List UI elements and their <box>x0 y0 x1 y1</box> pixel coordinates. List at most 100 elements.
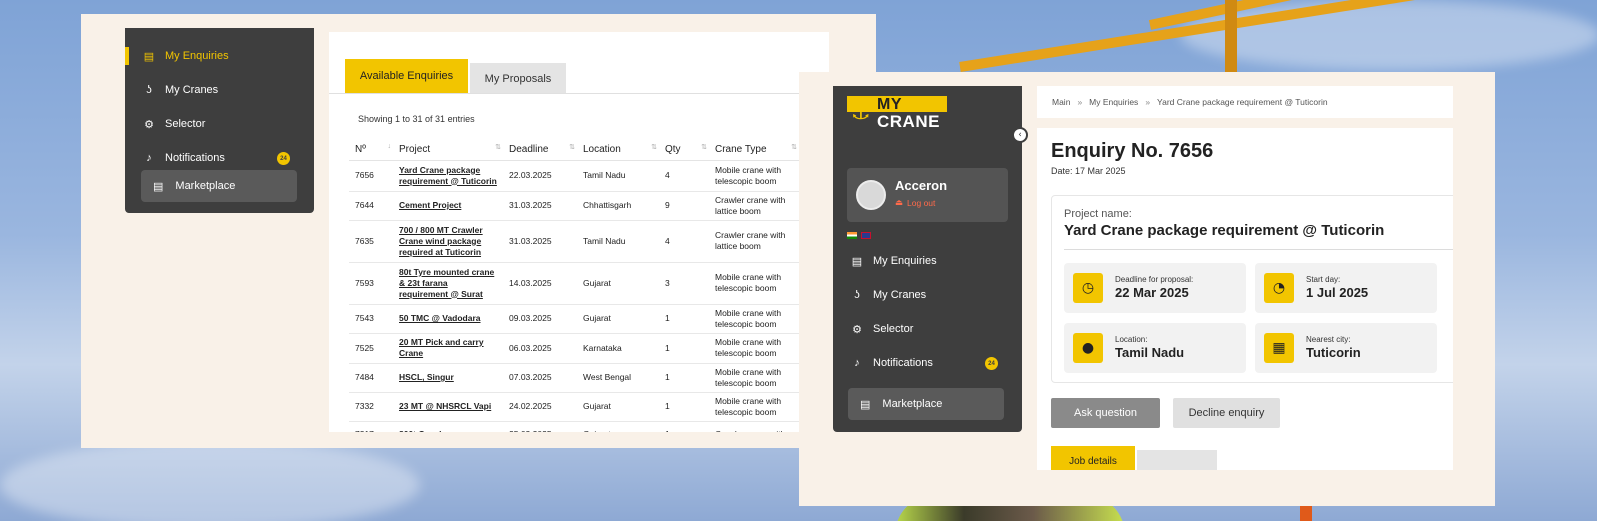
card-label: Deadline for proposal: <box>1115 275 1194 284</box>
hook-icon: ʖ <box>854 289 860 301</box>
table-row[interactable]: 7484 HSCL, Singur 07.03.2025 West Bengal… <box>349 363 799 393</box>
gear-icon: ⚙ <box>144 118 154 131</box>
cell-no: 7484 <box>349 363 393 393</box>
cell-crane-type: Mobile crane with telescopic boom <box>709 262 799 305</box>
document-icon: ▤ <box>143 50 155 63</box>
cell-deadline: 31.03.2025 <box>503 191 577 221</box>
project-link[interactable]: HSCL, Singur <box>393 363 503 393</box>
cell-location: Tamil Nadu <box>577 220 659 263</box>
collapse-sidebar-icon[interactable]: ‹ <box>1012 127 1028 143</box>
breadcrumb-main[interactable]: Main <box>1052 97 1070 107</box>
logo-text-crane: CRANE <box>877 112 940 131</box>
sidebar: ▤ My Enquiries ʖ My Cranes ⚙ Selector ♪ … <box>125 28 314 213</box>
nearest-city-card: ▦ Nearest city: Tuticorin <box>1255 323 1437 373</box>
mycrane-logo[interactable]: MY CRANE ⚓ <box>847 96 947 132</box>
sort-icon: ⇅ <box>791 144 797 151</box>
decline-enquiry-button[interactable]: Decline enquiry <box>1173 398 1280 428</box>
cell-location: Chhattisgarh <box>577 191 659 221</box>
column-header-project[interactable]: Project ⇅ <box>393 140 503 161</box>
marketplace-icon: ▤ <box>860 398 871 411</box>
enquiries-content: Available Enquiries My Proposals Showing… <box>329 32 829 432</box>
project-link[interactable]: 700 / 800 MT Crawler Crane wind package … <box>393 220 503 263</box>
card-value: 22 Mar 2025 <box>1115 285 1189 300</box>
project-link[interactable]: Cement Project <box>393 191 503 221</box>
project-link[interactable]: 20 MT Pick and carry Crane <box>393 333 503 364</box>
avatar[interactable] <box>856 180 886 210</box>
table-row[interactable]: 7317 800t Crawler crane 25.02.2025 Gujar… <box>349 421 799 432</box>
cell-location: Tamil Nadu <box>577 160 659 192</box>
sidebar-item-my-enquiries[interactable]: ▤ My Enquiries <box>125 43 314 69</box>
column-header-qty[interactable]: Qty ⇅ <box>659 140 709 161</box>
project-name-label: Project name: <box>1064 208 1132 220</box>
table-row[interactable]: 7332 23 MT @ NHSRCL Vapi 24.02.2025 Guja… <box>349 392 799 422</box>
sidebar-item-selector[interactable]: ⚙ Selector <box>833 316 1022 342</box>
cell-qty: 9 <box>659 191 709 221</box>
column-header-deadline[interactable]: Deadline ⇅ <box>503 140 577 161</box>
column-header-crane-type[interactable]: Crane Type ⇅ <box>709 140 799 161</box>
table-row[interactable]: 7593 80t Tyre mounted crane & 23t farana… <box>349 262 799 305</box>
project-name-value: Yard Crane package requirement @ Tuticor… <box>1064 222 1385 239</box>
location-card: ● Location: Tamil Nadu <box>1064 323 1246 373</box>
tab-secondary[interactable] <box>1137 450 1217 470</box>
tab-available-enquiries[interactable]: Available Enquiries <box>345 59 468 93</box>
cell-crane-type: Crawler crane with lattice boom <box>709 191 799 221</box>
marketplace-button[interactable]: ▤ Marketplace <box>848 388 1004 420</box>
project-link[interactable]: Yard Crane package requirement @ Tuticor… <box>393 160 503 192</box>
sidebar-item-my-cranes[interactable]: ʖ My Cranes <box>833 282 1022 308</box>
project-link[interactable]: 23 MT @ NHSRCL Vapi <box>393 392 503 422</box>
ask-question-button[interactable]: Ask question <box>1051 398 1160 428</box>
table-row[interactable]: 7644 Cement Project 31.03.2025 Chhattisg… <box>349 191 799 221</box>
tab-job-details[interactable]: Job details <box>1051 446 1135 470</box>
sort-icon: ⇅ <box>569 144 575 151</box>
project-info-box: Project name: Yard Crane package require… <box>1051 195 1453 383</box>
cell-no: 7317 <box>349 421 393 432</box>
cell-qty: 4 <box>659 160 709 192</box>
column-header-no[interactable]: Nº ↓ <box>349 140 393 161</box>
cell-location: Gujarat <box>577 304 659 334</box>
cell-crane-type: Mobile crane with telescopic boom <box>709 333 799 364</box>
cell-qty: 1 <box>659 304 709 334</box>
logout-button[interactable]: ⏏ Log out <box>895 197 935 208</box>
sidebar-item-label: Notifications <box>165 152 225 164</box>
sidebar-item-selector[interactable]: ⚙ Selector <box>125 111 314 137</box>
cell-deadline: 24.02.2025 <box>503 392 577 422</box>
sidebar-item-my-enquiries[interactable]: ▤ My Enquiries <box>833 248 1022 274</box>
logout-icon: ⏏ <box>895 197 904 207</box>
project-link[interactable]: 80t Tyre mounted crane & 23t farana requ… <box>393 262 503 305</box>
breadcrumb-my-enquiries[interactable]: My Enquiries <box>1089 97 1138 107</box>
enquiries-table: Nº ↓ Project ⇅ Deadline ⇅ Location ⇅ Qty ⇅ Cr… <box>349 140 799 432</box>
sort-icon: ⇅ <box>495 144 501 151</box>
cell-location: Karnataka <box>577 333 659 364</box>
table-row[interactable]: 7656 Yard Crane package requirement @ Tu… <box>349 160 799 192</box>
sidebar-item-label: My Cranes <box>165 84 219 96</box>
project-link[interactable]: 800t Crawler crane <box>393 421 503 432</box>
crane-mast <box>1225 0 1237 75</box>
table-row[interactable]: 7635 700 / 800 MT Crawler Crane wind pac… <box>349 220 799 263</box>
stopwatch-icon: ◔ <box>1264 273 1294 303</box>
card-value: 1 Jul 2025 <box>1306 285 1369 300</box>
column-header-location[interactable]: Location ⇅ <box>577 140 659 161</box>
building-icon: ▦ <box>1264 333 1294 363</box>
uk-flag-icon[interactable] <box>861 232 871 239</box>
table-row[interactable]: 7543 50 TMC @ Vadodara 09.03.2025 Gujara… <box>349 304 799 334</box>
cell-location: Gujarat <box>577 262 659 305</box>
enquiries-list-window: ▤ My Enquiries ʖ My Cranes ⚙ Selector ♪ … <box>81 14 876 448</box>
cell-qty: 1 <box>659 421 709 432</box>
sidebar-item-label: My Enquiries <box>873 255 937 267</box>
card-value: Tuticorin <box>1306 345 1361 360</box>
cell-location: Gujarat <box>577 392 659 422</box>
cell-crane-type: Mobile crane with telescopic boom <box>709 363 799 393</box>
sidebar-item-notifications[interactable]: ♪ Notifications 24 <box>833 350 1022 376</box>
project-link[interactable]: 50 TMC @ Vadodara <box>393 304 503 334</box>
sidebar-item-my-cranes[interactable]: ʖ My Cranes <box>125 77 314 103</box>
sidebar-item-notifications[interactable]: ♪ Notifications 24 <box>125 145 314 171</box>
enquiry-detail: Enquiry No. 7656 Date: 17 Mar 2025 Proje… <box>1037 128 1453 470</box>
in-flag-icon[interactable] <box>847 232 857 239</box>
sidebar-item-label: Selector <box>165 118 206 130</box>
marketplace-button[interactable]: ▤ Marketplace <box>141 170 297 202</box>
table-row[interactable]: 7525 20 MT Pick and carry Crane 06.03.20… <box>349 333 799 364</box>
cell-qty: 1 <box>659 392 709 422</box>
breadcrumb-separator: » <box>1077 97 1083 107</box>
gear-icon: ⚙ <box>852 323 862 336</box>
tab-my-proposals[interactable]: My Proposals <box>470 63 566 94</box>
